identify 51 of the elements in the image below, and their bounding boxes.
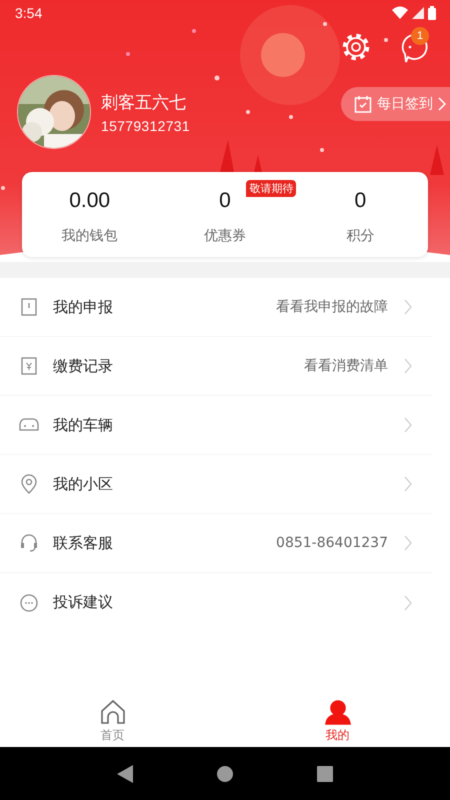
chat-bubble-icon: [19, 592, 39, 612]
menu-label: 缴费记录: [53, 356, 113, 376]
stat-label: 积分: [346, 227, 374, 245]
receipt-icon: [19, 356, 39, 376]
settings-icon[interactable]: [342, 33, 370, 61]
menu-item[interactable]: 我的小区: [0, 455, 432, 514]
notification-badge: 1: [411, 27, 429, 45]
location-pin-icon: [19, 474, 39, 494]
stat-label: 优惠券: [204, 227, 246, 245]
stat-label: 我的钱包: [62, 227, 118, 245]
menu-item[interactable]: 我的车辆: [0, 396, 432, 455]
user-name: 刺客五六七: [101, 92, 187, 114]
signal-icon: [412, 6, 424, 18]
menu-detail: 看看我申报的故障: [276, 298, 388, 316]
home-icon: [100, 699, 126, 725]
home-button-icon[interactable]: [217, 766, 233, 782]
menu-label: 投诉建议: [53, 593, 113, 612]
wifi-icon: [392, 6, 408, 19]
stat-value: 0: [354, 189, 366, 214]
chevron-right-icon: [404, 535, 412, 551]
tab[interactable]: 我的: [225, 697, 450, 747]
menu-item[interactable]: 联系客服 0851-86401237: [0, 514, 432, 573]
chevron-right-icon: [404, 594, 412, 610]
coming-soon-badge: 敬请期待: [246, 180, 296, 197]
menu-item[interactable]: 缴费记录 看看消费清单: [0, 337, 432, 396]
menu-label: 我的车辆: [53, 416, 113, 434]
person-icon: [324, 699, 350, 725]
menu-label: 我的申报: [53, 298, 113, 316]
menu-detail: 0851-86401237: [276, 535, 388, 551]
report-icon: [19, 297, 39, 317]
menu-label: 我的小区: [53, 474, 113, 494]
stat-value: 0.00: [69, 189, 110, 214]
menu-item[interactable]: 投诉建议: [0, 573, 432, 632]
tab[interactable]: 首页: [0, 697, 225, 747]
menu-label: 联系客服: [53, 534, 113, 552]
chevron-right-icon: [404, 299, 412, 315]
chevron-right-icon: [404, 476, 412, 492]
chevron-right-icon: [404, 417, 412, 433]
back-icon[interactable]: [117, 764, 133, 782]
menu-item[interactable]: 我的申报 看看我申报的故障: [0, 278, 432, 337]
phone-number: 15779312731: [101, 118, 190, 134]
chevron-right-icon: [438, 97, 446, 111]
message-icon[interactable]: [400, 33, 428, 63]
calendar-icon: [354, 95, 372, 113]
menu-detail: 看看消费清单: [304, 357, 388, 375]
status-time: 3:54: [15, 4, 42, 20]
stat-value: 0: [219, 189, 231, 214]
battery-icon: [428, 6, 436, 20]
headset-icon: [19, 533, 39, 553]
recent-apps-icon[interactable]: [317, 766, 333, 782]
chevron-right-icon: [404, 358, 412, 374]
